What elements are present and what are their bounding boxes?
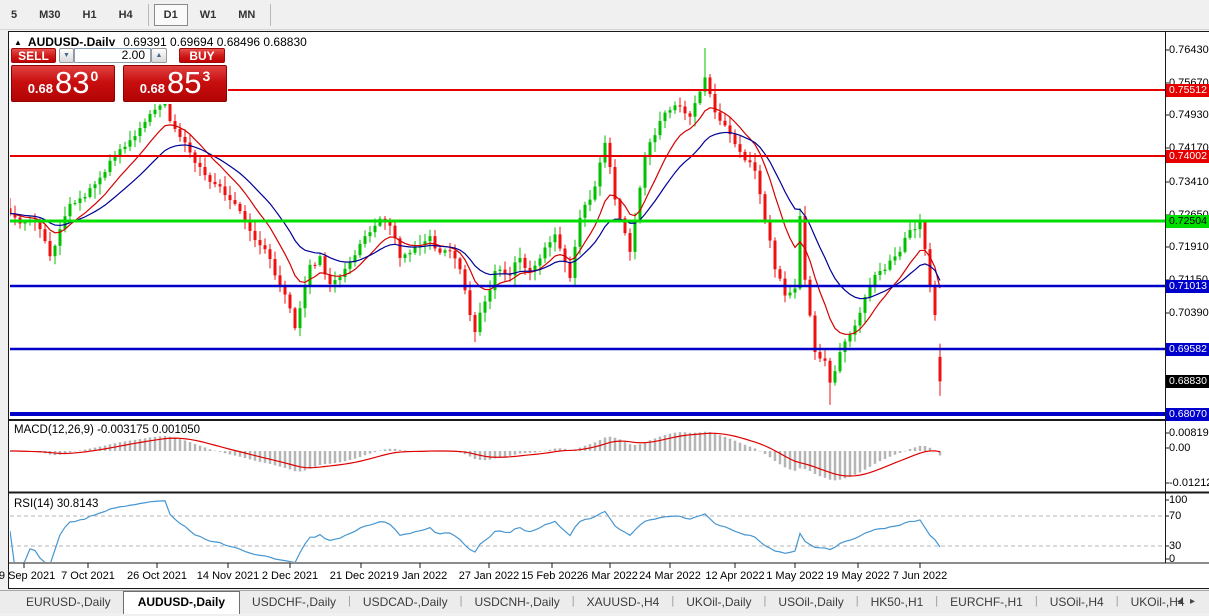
date-tick-label: 14 Nov 2021 xyxy=(197,570,259,582)
date-tick-label: 6 Mar 2022 xyxy=(582,570,638,582)
price-level-tag: 0.71013 xyxy=(1166,280,1209,293)
chart-tab-xauusd-h4[interactable]: XAUUSD-,H4 xyxy=(575,592,672,613)
date-tick-label: 27 Jan 2022 xyxy=(459,570,520,582)
date-tick-label: 21 Dec 2021 xyxy=(330,570,392,582)
rsi-axis-label: 70 xyxy=(1169,510,1181,522)
date-tick-label: 24 Mar 2022 xyxy=(639,570,701,582)
price-level-tag: 0.68070 xyxy=(1166,408,1209,421)
chart-tab-usdcad-daily[interactable]: USDCAD-,Daily xyxy=(351,592,460,613)
date-tick-label: 12 Apr 2022 xyxy=(705,570,764,582)
macd-axis-label: -0.012123 xyxy=(1169,477,1209,489)
chart-tab-audusd-daily[interactable]: AUDUSD-,Daily xyxy=(123,591,240,614)
sell-price-sup: 0 xyxy=(91,68,99,84)
buy-price-big: 85 xyxy=(167,66,201,100)
buy-button[interactable]: BUY xyxy=(179,48,225,63)
price-level-tag: 0.69582 xyxy=(1166,343,1209,356)
chart-tab-hk50-h1[interactable]: HK50-,H1 xyxy=(859,592,936,613)
volume-decrease-button[interactable]: ▼ xyxy=(59,48,74,63)
rsi-axis-label: 0 xyxy=(1169,553,1175,565)
sell-button[interactable]: SELL xyxy=(11,48,56,63)
macd-indicator-label: MACD(12,26,9) -0.003175 0.001050 xyxy=(14,424,200,436)
chart-tab-eurchf-h1[interactable]: EURCHF-,H1 xyxy=(938,592,1035,613)
one-click-trade-panel: SELL ▼ 2.00 ▲ BUY 0.68830 0.68853 xyxy=(10,46,228,104)
date-tick-label: 26 Oct 2021 xyxy=(127,570,187,582)
price-level-tag: 0.74002 xyxy=(1166,150,1209,163)
date-tick-label: 19 Sep 2021 xyxy=(0,570,55,582)
date-tick-label: 1 May 2022 xyxy=(766,570,823,582)
chart-tab-usoil-h4[interactable]: USOil-,H4 xyxy=(1038,592,1116,613)
volume-increase-button[interactable]: ▲ xyxy=(151,48,167,63)
buy-price-sup: 3 xyxy=(203,68,211,84)
date-tick-label: 9 Jan 2022 xyxy=(393,570,447,582)
rsi-axis-label: 100 xyxy=(1169,494,1187,506)
rsi-axis-label: 30 xyxy=(1169,540,1181,552)
chart-tab-usdcnh-daily[interactable]: USDCNH-,Daily xyxy=(462,592,571,613)
price-level-tag: 0.72504 xyxy=(1166,215,1209,228)
chart-tab-usdchf-daily[interactable]: USDCHF-,Daily xyxy=(240,592,348,613)
date-tick-label: 15 Feb 2022 xyxy=(521,570,583,582)
price-level-tag: 0.75512 xyxy=(1166,84,1209,97)
chart-tab-bar: EURUSD-,DailyAUDUSD-,DailyUSDCHF-,Daily|… xyxy=(0,590,1209,613)
chart-tab-usoil-daily[interactable]: USOil-,Daily xyxy=(766,592,855,613)
chart-tab-ukoil-daily[interactable]: UKOil-,Daily xyxy=(674,592,763,613)
price-tick-label: 0.73410 xyxy=(1169,176,1209,188)
rsi-indicator-label: RSI(14) 30.8143 xyxy=(14,498,98,510)
date-tick-label: 2 Dec 2021 xyxy=(262,570,318,582)
buy-price-tile[interactable]: 0.68853 xyxy=(123,65,227,102)
date-tick-label: 7 Oct 2021 xyxy=(61,570,115,582)
mt4-terminal: 5M30H1H4D1W1MN ▲AUDUSD-,Daily0.69391 0.6… xyxy=(0,0,1209,616)
tab-scroll-left-icon: ◂ xyxy=(1177,596,1190,607)
price-tick-label: 0.76430 xyxy=(1169,44,1209,56)
price-tick-label: 0.71910 xyxy=(1169,241,1209,253)
date-tick-label: 7 Jun 2022 xyxy=(893,570,947,582)
buy-price-prefix: 0.68 xyxy=(140,81,165,96)
sell-price-tile[interactable]: 0.68830 xyxy=(11,65,115,102)
volume-input[interactable]: 2.00 xyxy=(74,48,151,63)
price-tick-label: 0.70390 xyxy=(1169,307,1209,319)
sell-price-prefix: 0.68 xyxy=(28,81,53,96)
price-level-tag: 0.68830 xyxy=(1166,375,1209,388)
price-tick-label: 0.74930 xyxy=(1169,109,1209,121)
macd-axis-label: 0.008197 xyxy=(1169,427,1209,439)
sell-price-big: 83 xyxy=(55,66,89,100)
macd-axis-label: 0.00 xyxy=(1169,442,1190,454)
date-tick-label: 19 May 2022 xyxy=(826,570,890,582)
chart-tab-eurusd-daily[interactable]: EURUSD-,Daily xyxy=(14,592,123,613)
tab-scroll-right-icon: ▸ xyxy=(1190,596,1203,607)
tab-scroll-arrows[interactable]: ◂▸ xyxy=(1177,596,1203,607)
